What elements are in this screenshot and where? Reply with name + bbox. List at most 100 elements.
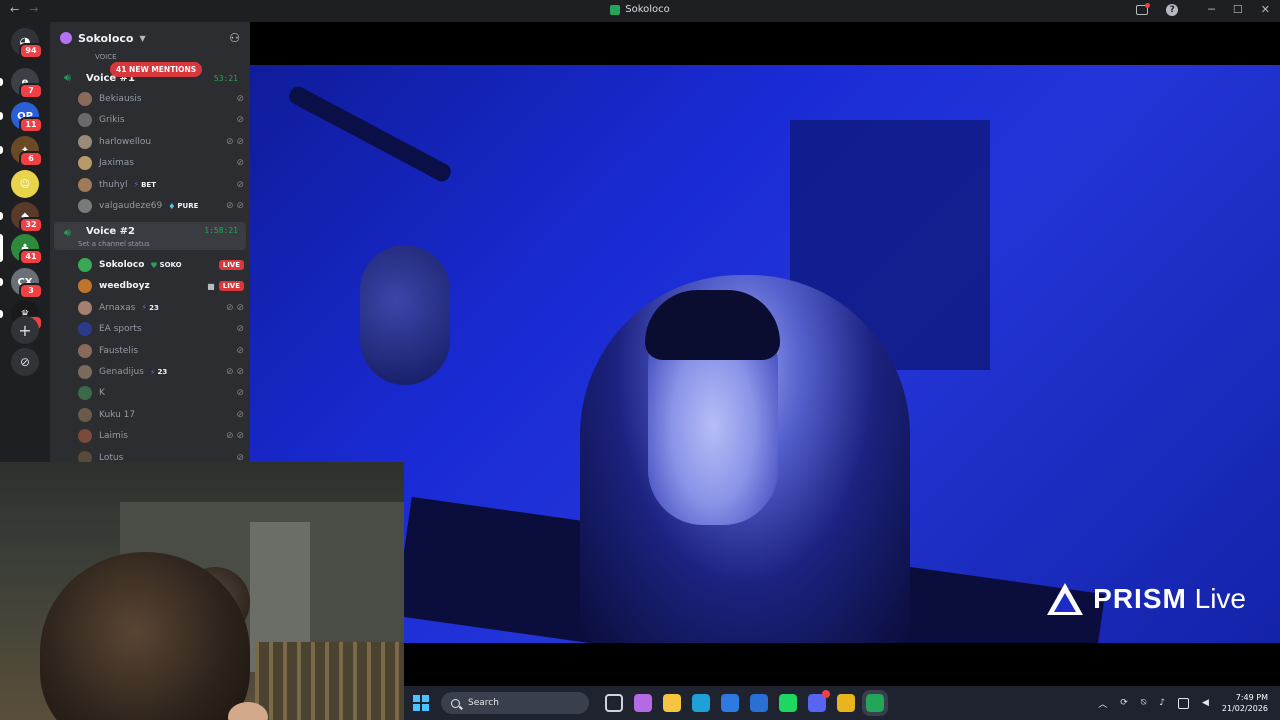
voice-user[interactable]: EA sports ⊘: [78, 319, 244, 339]
user-name: thuhyl: [99, 179, 128, 190]
voice-user[interactable]: Grikis ⊘: [78, 110, 244, 130]
clock[interactable]: 7:49 PM 21/02/2026: [1222, 692, 1268, 714]
minimize-button[interactable]: ─: [1208, 3, 1215, 16]
avatar: [78, 92, 92, 106]
server-badge: 41: [19, 249, 43, 265]
voice-user[interactable]: valgaudeze69 ♦ PURE ⊘ ⊘: [78, 196, 244, 216]
title-bar: ← → Sokoloco ? ─ ☐ ✕: [0, 0, 1280, 22]
user-tag: ⚡ BET: [133, 180, 156, 189]
webcam-overlay: [0, 462, 404, 720]
avatar: [78, 386, 92, 401]
unread-pill: [0, 310, 3, 318]
voice-user[interactable]: Lotus ⊘: [78, 448, 244, 462]
voice-user[interactable]: Genadijus ⚡ 23 ⊘ ⊘: [78, 362, 244, 382]
task-view-icon[interactable]: [605, 694, 623, 712]
inbox-icon[interactable]: [1136, 2, 1151, 15]
channel-voice-2[interactable]: 🔊︎ Voice #2 1:58:21 Set a channel status: [54, 222, 246, 250]
voice-user[interactable]: Faustelis ⊘: [78, 341, 244, 361]
server-badge: 3: [19, 283, 43, 299]
mute-deafen-icons: ⊘ ⊘: [226, 367, 244, 377]
live-badge[interactable]: LIVE: [218, 281, 244, 292]
voice-user[interactable]: harlowellou ⊘ ⊘: [78, 132, 244, 152]
chrome-icon[interactable]: [837, 694, 855, 712]
edge-icon[interactable]: [692, 694, 710, 712]
maximize-button[interactable]: ☐: [1233, 3, 1243, 16]
user-name: Kuku 17: [99, 409, 136, 420]
speaker-icon: 🔊︎: [64, 226, 71, 239]
server-logo-icon: [610, 4, 621, 15]
avatar: [78, 279, 92, 294]
voice-user[interactable]: Arnaxas ⚡ 23 ⊘ ⊘: [78, 298, 244, 318]
user-name: Arnaxas: [99, 302, 136, 313]
user-name: harlowellou: [99, 136, 152, 147]
watermark-bold: PRISM: [1093, 583, 1187, 614]
voice-user[interactable]: Kuku 17 ⊘: [78, 405, 244, 425]
channel-status[interactable]: Set a channel status: [78, 240, 150, 248]
user-name: Grikis: [99, 115, 125, 126]
sokoloco-app-icon[interactable]: [862, 690, 888, 716]
voice-user[interactable]: Jaximas ⊘: [78, 153, 244, 173]
boost-icon: [60, 32, 72, 44]
voice-category[interactable]: VOICE: [95, 53, 117, 61]
server-icon-7[interactable]: CX 3: [11, 268, 43, 299]
stream-viewport[interactable]: PRISM Live: [250, 22, 1280, 686]
server-icon-2[interactable]: QP 11: [11, 102, 43, 133]
home-badge: 94: [19, 43, 43, 59]
mail-icon[interactable]: [750, 694, 768, 712]
taskbar-apps: [605, 690, 888, 716]
mute-deafen-icons: ⊘: [236, 388, 244, 399]
spotify-icon[interactable]: [779, 694, 797, 712]
avatar: [78, 343, 92, 358]
clock-time: 7:49 PM: [1235, 693, 1268, 702]
user-name: K: [99, 388, 105, 399]
file-explorer-icon[interactable]: [663, 694, 681, 712]
sync-icon[interactable]: ⟳: [1120, 698, 1128, 708]
mute-deafen-icons: ⊘ ⊘: [226, 201, 244, 211]
voice-user[interactable]: Sokoloco ♥ SOKO LIVE: [78, 255, 244, 275]
voice-user[interactable]: Bekiausis ⊘: [78, 89, 244, 109]
user-name: valgaudeze69: [99, 201, 163, 211]
chevron-up-icon[interactable]: ︿: [1098, 697, 1107, 710]
discord-icon[interactable]: [808, 690, 830, 712]
discover-button[interactable]: ⊘: [11, 348, 39, 376]
voice-user[interactable]: Laimis ⊘ ⊘: [78, 426, 244, 446]
server-glyph: ☺: [19, 178, 31, 190]
volume-icon[interactable]: ◀: [1202, 698, 1209, 708]
avatar: [78, 450, 92, 462]
help-button[interactable]: ?: [1166, 3, 1179, 16]
user-tag-text: SOKO: [159, 261, 182, 269]
active-server-pill: [0, 234, 3, 262]
server-icon-1[interactable]: e7: [11, 68, 43, 99]
user-tag-text: PURE: [177, 202, 199, 210]
close-button[interactable]: ✕: [1261, 3, 1270, 16]
copilot-icon[interactable]: [634, 694, 652, 712]
server-icon-6[interactable]: ♣ 41: [11, 234, 43, 265]
bolt-icon: ⚡: [149, 367, 156, 377]
voice-user[interactable]: weedboyz ■ LIVE: [78, 276, 244, 296]
microphone-icon[interactable]: ♪: [1159, 698, 1165, 708]
bell-off-icon[interactable]: ⍉: [1141, 698, 1146, 708]
voice-user[interactable]: thuhyl ⚡ BET ⊘: [78, 175, 244, 195]
unread-pill: [0, 212, 3, 220]
server-header[interactable]: Sokoloco ▼ ⚇: [50, 22, 250, 54]
invite-icon[interactable]: ⚇: [229, 31, 240, 45]
streamer-hair: [645, 290, 780, 360]
voice-user[interactable]: K ⊘: [78, 383, 244, 403]
server-icon-4[interactable]: ☺: [11, 170, 39, 198]
user-tag: ♦ PURE: [168, 202, 198, 211]
server-icon-3[interactable]: ✦ 6: [11, 136, 43, 167]
home-button[interactable]: ◕ 94: [11, 28, 43, 59]
network-icon[interactable]: [1177, 697, 1189, 709]
user-tag: ♥ SOKO: [150, 261, 181, 270]
server-icon-5[interactable]: ◆ 32: [11, 202, 43, 233]
avatar: [78, 407, 92, 422]
user-name: Lotus: [99, 452, 124, 462]
add-server-button[interactable]: +: [11, 316, 39, 344]
avatar: [78, 365, 92, 379]
new-mentions-pill[interactable]: 41 NEW MENTIONS: [110, 62, 203, 77]
stream-video[interactable]: PRISM Live: [250, 65, 1280, 643]
live-badge[interactable]: LIVE: [218, 260, 244, 270]
taskbar-search[interactable]: Search: [441, 692, 589, 714]
start-button[interactable]: [413, 695, 429, 711]
store-icon[interactable]: [721, 694, 739, 712]
